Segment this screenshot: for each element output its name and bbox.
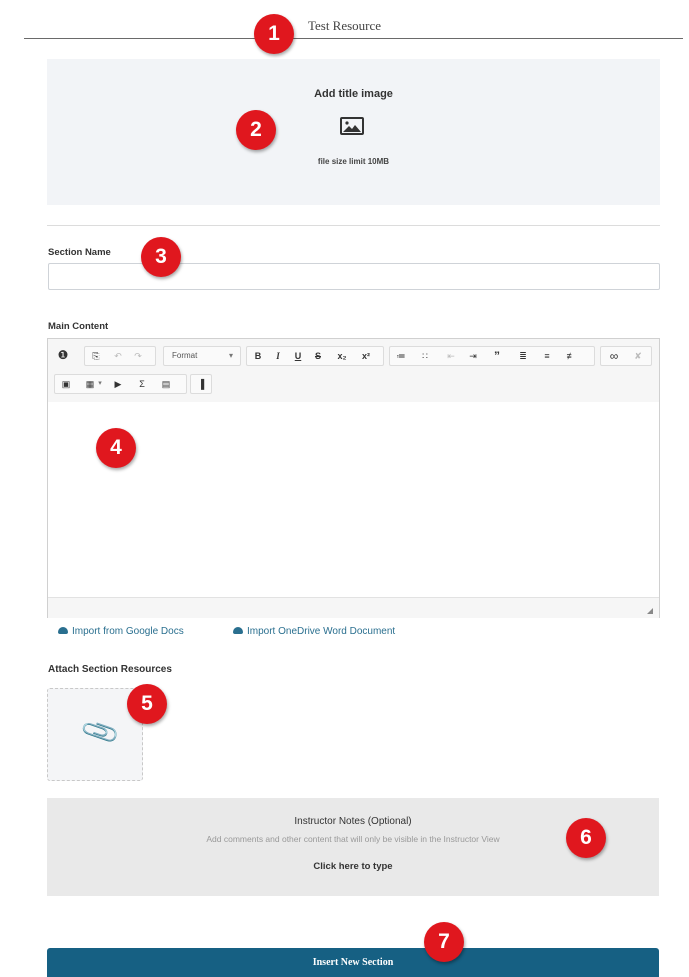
bullet-list-icon[interactable]: ∷ [418,348,432,364]
resize-handle-icon[interactable] [647,608,653,614]
book-icon[interactable]: ▤ [159,376,173,392]
redo-icon[interactable]: ↷ [131,348,145,364]
strikethrough-button[interactable]: S [311,348,325,364]
superscript-button[interactable]: x² [357,348,375,364]
insert-new-section-button[interactable]: Insert New Section [47,948,659,977]
callout-badge-6: 6 [566,818,606,858]
import-onedrive-link[interactable]: Import OneDrive Word Document [233,626,395,637]
import-google-docs-link[interactable]: Import from Google Docs [58,626,184,637]
align-left-icon[interactable]: ≣ [516,348,530,364]
link-group: ∞ ✘ [600,346,652,366]
header-divider [24,38,683,39]
editor-statusbar [48,597,659,618]
paste-icon[interactable]: ⎘ [89,348,103,364]
bold-button[interactable]: B [251,348,265,364]
callout-badge-3: 3 [141,237,181,277]
align-center-icon[interactable]: ≡ [540,348,554,364]
undo-icon[interactable]: ↶ [111,348,125,364]
image-icon[interactable] [340,117,364,135]
video-icon[interactable]: ▶ [111,376,125,392]
blockquote-icon[interactable]: ” [490,348,504,364]
align-right-icon[interactable]: ≢ [564,348,578,364]
editor-body[interactable] [48,402,659,597]
instructor-notes-title: Instructor Notes (Optional) [294,816,412,827]
section-name-input[interactable] [48,263,660,290]
ordered-list-icon[interactable]: ≔ [394,348,408,364]
file-size-limit: file size limit 10MB [317,157,390,166]
insert-group: ▣ ▦ ▾ ▶ Σ ▤ [54,374,187,394]
add-title-image-label: Add title image [314,88,393,100]
chevron-down-icon: ▾ [228,351,233,360]
chart-group: ▐ [190,374,212,394]
callout-badge-1: 1 [254,14,294,54]
page-title: Test Resource [307,18,382,33]
underline-button[interactable]: U [291,348,305,364]
callout-badge-7: 7 [424,922,464,962]
italic-button[interactable]: I [271,348,285,364]
insert-image-icon[interactable]: ▣ [59,376,73,392]
clipboard-group: ⎘ ↶ ↷ [84,346,156,366]
section-divider [47,225,660,226]
import-google-docs-label: Import from Google Docs [72,626,184,637]
title-image-dropzone[interactable]: Add title image file size limit 10MB [47,59,660,205]
unlink-icon[interactable]: ✘ [631,348,645,364]
outdent-icon[interactable]: ⇤ [444,348,458,364]
callout-badge-4: 4 [96,428,136,468]
table-icon[interactable]: ▦ [83,376,97,392]
section-name-label: Section Name [48,247,111,258]
link-icon[interactable]: ∞ [607,348,621,364]
paperclip-icon: 📎 [78,710,122,754]
attach-resources-label: Attach Section Resources [48,664,172,675]
callout-badge-5: 5 [127,684,167,724]
subscript-button[interactable]: x₂ [333,348,351,364]
cloud-upload-icon [233,627,243,634]
callout-badge-2: 2 [236,110,276,150]
paragraph-group: ≔ ∷ ⇤ ⇥ ” ≣ ≡ ≢ [389,346,595,366]
sigma-icon[interactable]: Σ [135,376,149,392]
chart-icon[interactable]: ▐ [194,376,208,392]
editor-toolbar: ❶ ⎘ ↶ ↷ Format ▾ B I U S x₂ x² ≔ ∷ ⇤ ⇥ ”… [48,339,659,403]
import-onedrive-label: Import OneDrive Word Document [247,626,396,637]
rich-text-editor: ❶ ⎘ ↶ ↷ Format ▾ B I U S x₂ x² ≔ ∷ ⇤ ⇥ ”… [47,338,660,618]
table-chevron-icon[interactable]: ▾ [96,376,104,392]
indent-icon[interactable]: ⇥ [466,348,480,364]
instructor-notes-cta[interactable]: Click here to type [47,861,659,872]
cloud-upload-icon [58,627,68,634]
text-style-group: B I U S x₂ x² [246,346,384,366]
main-content-label: Main Content [48,321,109,332]
info-icon[interactable]: ❶ [56,347,70,363]
format-dropdown[interactable]: Format ▾ [163,346,241,366]
